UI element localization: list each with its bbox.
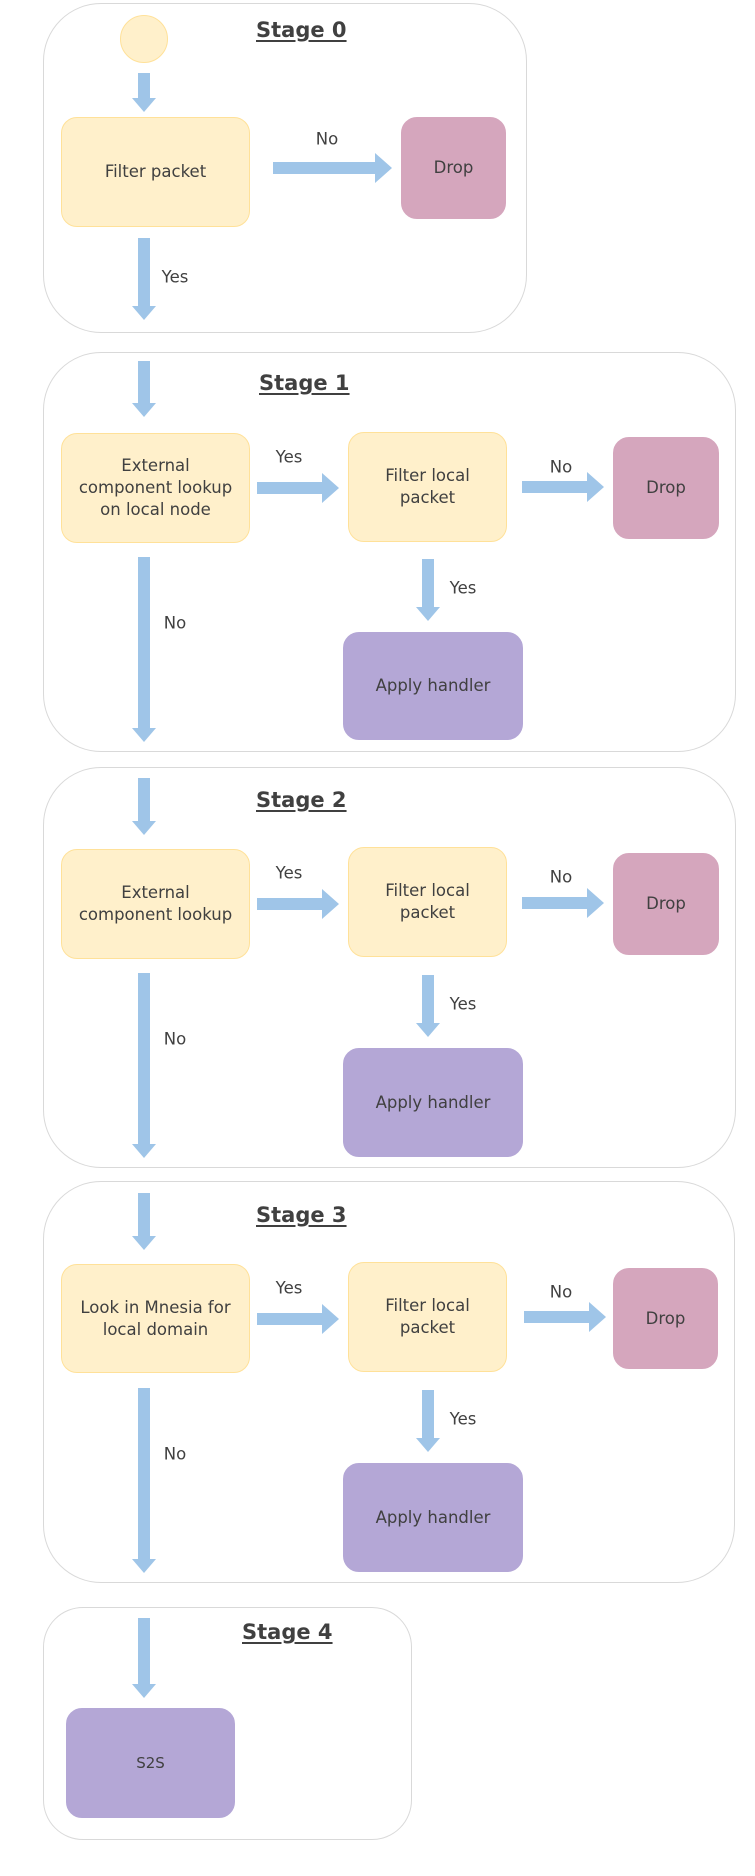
lookup-node: External component lookup on local node bbox=[61, 433, 250, 543]
arrow-shape bbox=[416, 975, 440, 1037]
filter-local-node: Filter local packet bbox=[348, 432, 507, 542]
filter-local-node: Filter local packet bbox=[348, 847, 507, 957]
arrow-down-icon bbox=[132, 557, 156, 742]
arrow-shape bbox=[132, 238, 156, 320]
stage-4-title: Stage 4 bbox=[242, 1620, 333, 1644]
edge-label-yes: Yes bbox=[275, 863, 303, 883]
arrow-down-icon bbox=[132, 73, 156, 112]
edge-label-no: No bbox=[163, 1444, 187, 1464]
arrow-right-icon bbox=[257, 1304, 339, 1334]
arrow-shape bbox=[522, 888, 604, 918]
edge-label-yes: Yes bbox=[275, 1278, 303, 1298]
arrow-down-icon bbox=[132, 1193, 156, 1250]
edge-label-yes: Yes bbox=[449, 578, 477, 598]
arrow-shape bbox=[257, 473, 339, 503]
arrow-down-icon bbox=[416, 559, 440, 621]
arrow-shape bbox=[257, 1304, 339, 1334]
edge-label-yes: Yes bbox=[275, 447, 303, 467]
edge-label-no: No bbox=[163, 1029, 187, 1049]
filter-local-node: Filter local packet bbox=[348, 1262, 507, 1372]
edge-label-yes: Yes bbox=[449, 1409, 477, 1429]
edge-label-yes: Yes bbox=[449, 994, 477, 1014]
filter-packet-node: Filter packet bbox=[61, 117, 250, 227]
lookup-node: External component lookup bbox=[61, 849, 250, 959]
start-node bbox=[120, 15, 168, 63]
arrow-shape bbox=[132, 1618, 156, 1698]
arrow-down-icon bbox=[132, 973, 156, 1158]
s2s-node: S2S bbox=[66, 1708, 235, 1818]
lookup-node: Look in Mnesia for local domain bbox=[61, 1264, 250, 1373]
arrow-down-icon bbox=[416, 1390, 440, 1452]
stage-0-title: Stage 0 bbox=[256, 18, 347, 42]
drop-node: Drop bbox=[613, 1268, 718, 1369]
arrow-shape bbox=[273, 153, 392, 183]
arrow-right-icon bbox=[257, 889, 339, 919]
arrow-shape bbox=[132, 361, 156, 417]
stage-3-title: Stage 3 bbox=[256, 1203, 347, 1227]
arrow-down-icon bbox=[132, 238, 156, 320]
arrow-down-icon bbox=[132, 1618, 156, 1698]
arrow-down-icon bbox=[132, 361, 156, 417]
arrow-shape bbox=[132, 778, 156, 835]
arrow-shape bbox=[132, 1388, 156, 1573]
edge-label-no: No bbox=[549, 1282, 573, 1302]
arrow-down-icon bbox=[132, 1388, 156, 1573]
drop-node: Drop bbox=[613, 853, 719, 955]
edge-label-no: No bbox=[549, 457, 573, 477]
apply-handler-node: Apply handler bbox=[343, 1463, 523, 1572]
apply-handler-node: Apply handler bbox=[343, 1048, 523, 1157]
arrow-right-icon bbox=[522, 472, 604, 502]
arrow-shape bbox=[132, 557, 156, 742]
edge-label-yes: Yes bbox=[161, 267, 189, 287]
arrow-shape bbox=[132, 73, 156, 112]
arrow-down-icon bbox=[132, 778, 156, 835]
arrow-right-icon bbox=[273, 153, 392, 183]
arrow-shape bbox=[132, 973, 156, 1158]
arrow-shape bbox=[132, 1193, 156, 1250]
edge-label-no: No bbox=[315, 129, 339, 149]
arrow-right-icon bbox=[257, 473, 339, 503]
arrow-shape bbox=[416, 1390, 440, 1452]
apply-handler-node: Apply handler bbox=[343, 632, 523, 740]
drop-node: Drop bbox=[401, 117, 506, 219]
edge-label-no: No bbox=[549, 867, 573, 887]
stage-2-title: Stage 2 bbox=[256, 788, 347, 812]
arrow-shape bbox=[257, 889, 339, 919]
arrow-right-icon bbox=[524, 1302, 606, 1332]
drop-node: Drop bbox=[613, 437, 719, 539]
arrow-shape bbox=[524, 1302, 606, 1332]
arrow-right-icon bbox=[522, 888, 604, 918]
arrow-down-icon bbox=[416, 975, 440, 1037]
arrow-shape bbox=[416, 559, 440, 621]
stage-1-title: Stage 1 bbox=[259, 371, 350, 395]
edge-label-no: No bbox=[163, 613, 187, 633]
arrow-shape bbox=[522, 472, 604, 502]
